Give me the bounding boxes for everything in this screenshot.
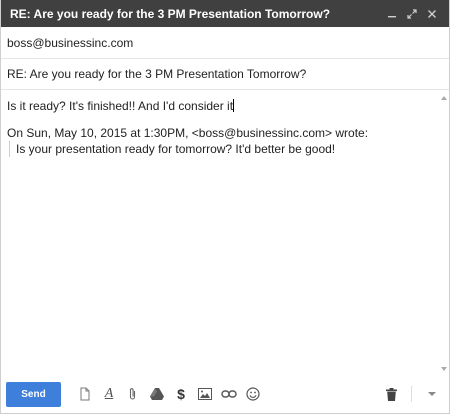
reply-text: Is it ready? It's finished!! And I'd con…	[7, 99, 234, 113]
compose-window: RE: Are you ready for the 3 PM Presentat…	[0, 0, 450, 414]
emoji-icon[interactable]	[241, 382, 265, 406]
discard-trash-icon[interactable]	[379, 382, 403, 406]
subject-field[interactable]: RE: Are you ready for the 3 PM Presentat…	[1, 59, 449, 90]
formatting-options-icon[interactable]: A	[97, 382, 121, 406]
subject-value: RE: Are you ready for the 3 PM Presentat…	[7, 67, 307, 81]
scroll-up-arrow-icon[interactable]	[441, 96, 447, 100]
text-cursor	[233, 99, 235, 112]
to-field[interactable]: boss@businessinc.com	[1, 27, 449, 59]
money-icon[interactable]: $	[169, 382, 193, 406]
money-glyph: $	[177, 386, 185, 402]
more-options-chevron-down-icon[interactable]	[420, 382, 444, 406]
quoted-text: Is your presentation ready for tomorrow?…	[9, 141, 443, 157]
close-icon[interactable]	[423, 5, 441, 23]
message-body[interactable]: Is it ready? It's finished!! And I'd con…	[1, 89, 449, 375]
drive-icon[interactable]	[145, 382, 169, 406]
attach-file-icon[interactable]	[73, 382, 97, 406]
toolbar-divider	[411, 386, 412, 402]
scroll-down-arrow-icon[interactable]	[441, 367, 447, 371]
popout-icon[interactable]	[403, 5, 421, 23]
recipient-value: boss@businessinc.com	[7, 35, 134, 50]
paperclip-icon[interactable]	[121, 382, 145, 406]
quote-header: On Sun, May 10, 2015 at 1:30PM, <boss@bu…	[7, 126, 369, 140]
reply-text-line: Is it ready? It's finished!! And I'd con…	[7, 98, 443, 114]
compose-toolbar: Send A $	[1, 375, 449, 413]
formatting-glyph: A	[104, 386, 114, 401]
title-bar[interactable]: RE: Are you ready for the 3 PM Presentat…	[1, 0, 449, 27]
window-title: RE: Are you ready for the 3 PM Presentat…	[10, 6, 331, 21]
insert-photo-icon[interactable]	[193, 382, 217, 406]
link-icon[interactable]	[217, 382, 241, 406]
scrollbar[interactable]	[438, 89, 449, 375]
minimize-icon[interactable]	[383, 5, 401, 23]
send-button[interactable]: Send	[6, 381, 61, 407]
